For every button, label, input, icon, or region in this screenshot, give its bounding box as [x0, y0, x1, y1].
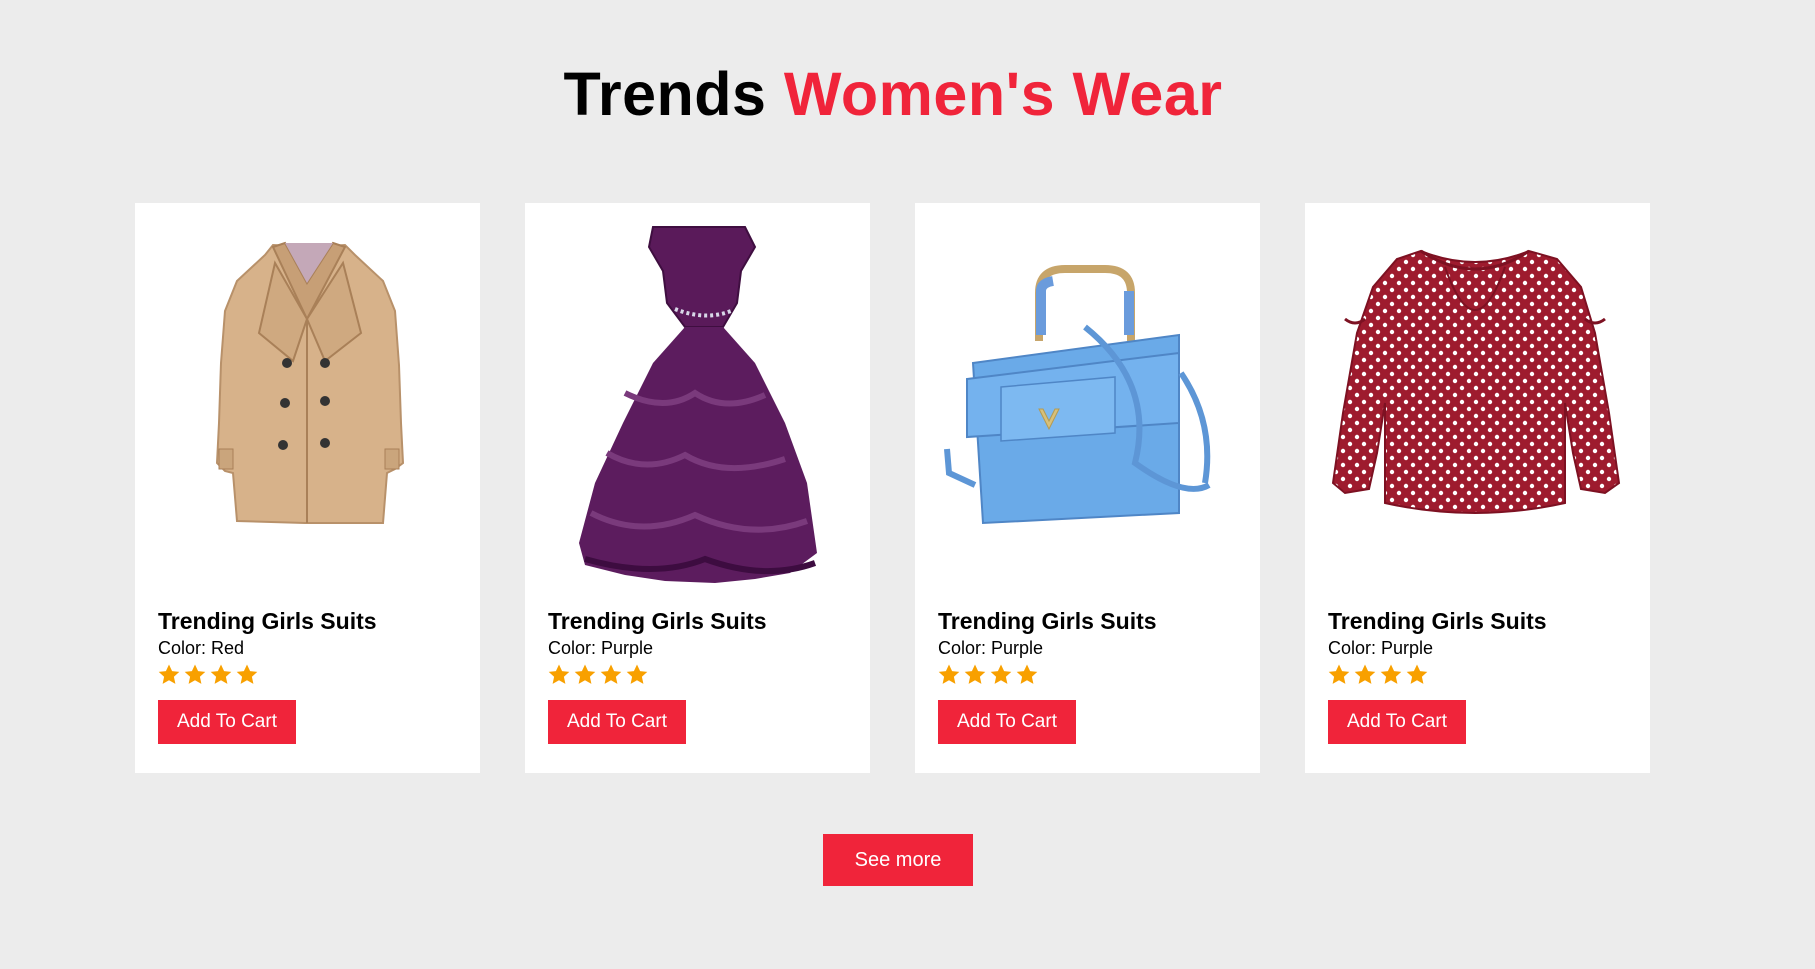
star-icon	[1328, 664, 1350, 684]
product-card: Trending Girls Suits Color: Purple Add T…	[525, 203, 870, 773]
star-icon	[236, 664, 258, 684]
product-rating	[547, 663, 649, 687]
section-title: Trends Women's Wear	[0, 56, 1786, 132]
product-color: Color: Purple	[1328, 638, 1434, 658]
product-card: Trending Girls Suits Color: Purple Add T…	[915, 203, 1260, 773]
product-name: Trending Girls Suits	[938, 608, 1157, 634]
star-icon	[990, 664, 1012, 684]
add-to-cart-button[interactable]: Add To Cart	[158, 700, 296, 744]
product-rating	[1327, 663, 1429, 687]
add-to-cart-button[interactable]: Add To Cart	[548, 700, 686, 744]
star-icon	[1354, 664, 1376, 684]
product-name: Trending Girls Suits	[548, 608, 767, 634]
star-icon	[938, 664, 960, 684]
star-icon	[574, 664, 596, 684]
product-name: Trending Girls Suits	[1328, 608, 1547, 634]
star-icon	[548, 664, 570, 684]
star-icon	[158, 664, 180, 684]
star-icon	[1016, 664, 1038, 684]
gown-image	[579, 226, 817, 583]
add-to-cart-button[interactable]: Add To Cart	[938, 700, 1076, 744]
product-color: Color: Purple	[548, 638, 654, 658]
blouse-image	[1331, 249, 1621, 514]
handbag-image	[944, 265, 1211, 525]
product-rating	[937, 663, 1039, 687]
star-icon	[626, 664, 648, 684]
product-image-blouse[interactable]	[1325, 223, 1630, 593]
star-icon	[1380, 664, 1402, 684]
product-color: Color: Red	[158, 638, 245, 658]
product-image-handbag[interactable]	[935, 223, 1240, 593]
product-rating	[157, 663, 259, 687]
section-title-accent: Women's Wear	[783, 60, 1223, 128]
product-grid: Trending Girls Suits Color: Red Add To C…	[135, 203, 1650, 773]
product-color: Color: Purple	[938, 638, 1044, 658]
product-image-gown[interactable]	[545, 223, 850, 593]
star-icon	[184, 664, 206, 684]
coat-image	[215, 241, 405, 524]
star-icon	[210, 664, 232, 684]
product-card: Trending Girls Suits Color: Red Add To C…	[135, 203, 480, 773]
star-icon	[600, 664, 622, 684]
product-name: Trending Girls Suits	[158, 608, 377, 634]
product-card: Trending Girls Suits Color: Purple Add T…	[1305, 203, 1650, 773]
star-icon	[964, 664, 986, 684]
product-image-coat[interactable]	[155, 223, 460, 593]
star-icon	[1406, 664, 1428, 684]
see-more-button[interactable]: See more	[823, 834, 973, 886]
add-to-cart-button[interactable]: Add To Cart	[1328, 700, 1466, 744]
section-title-plain: Trends	[563, 60, 767, 128]
